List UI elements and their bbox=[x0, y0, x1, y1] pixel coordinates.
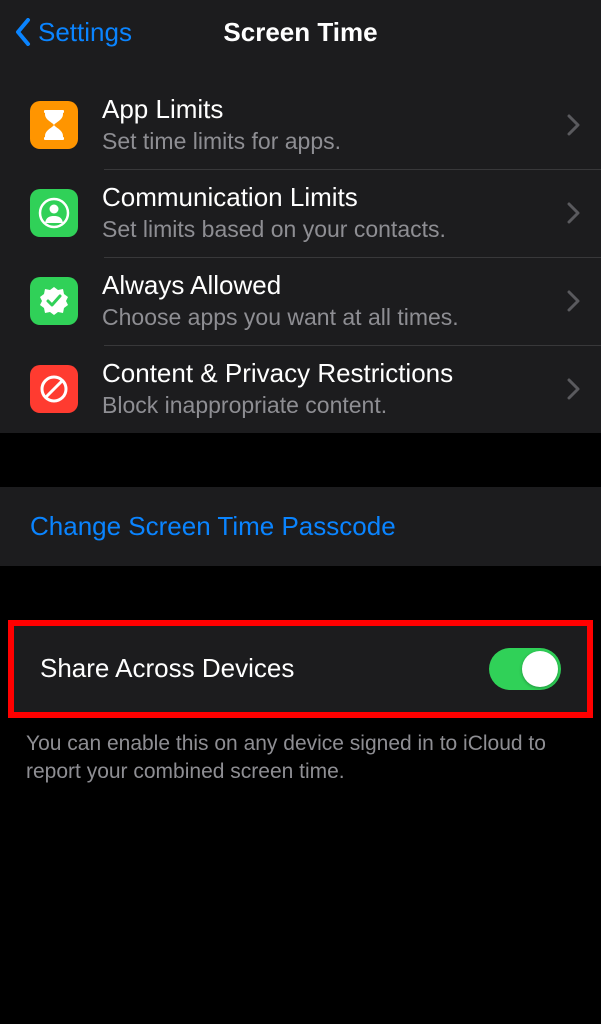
highlight-annotation: Share Across Devices bbox=[8, 620, 593, 718]
chevron-left-icon bbox=[14, 18, 32, 46]
row-title: Content & Privacy Restrictions bbox=[102, 358, 557, 389]
contact-circle-icon bbox=[30, 189, 78, 237]
row-content: Communication Limits Set limits based on… bbox=[102, 182, 567, 245]
toggle-label: Share Across Devices bbox=[40, 653, 294, 684]
no-entry-icon bbox=[30, 365, 78, 413]
row-title: Always Allowed bbox=[102, 270, 557, 301]
row-share-across-devices[interactable]: Share Across Devices bbox=[14, 626, 587, 712]
row-communication-limits[interactable]: Communication Limits Set limits based on… bbox=[0, 170, 601, 257]
nav-header: Settings Screen Time bbox=[0, 0, 601, 64]
section-spacer bbox=[0, 433, 601, 487]
row-content: Content & Privacy Restrictions Block ina… bbox=[102, 358, 567, 421]
row-app-limits[interactable]: App Limits Set time limits for apps. bbox=[0, 82, 601, 169]
chevron-right-icon bbox=[567, 378, 581, 400]
footer-description: You can enable this on any device signed… bbox=[0, 718, 601, 787]
settings-group: App Limits Set time limits for apps. Com… bbox=[0, 64, 601, 433]
chevron-right-icon bbox=[567, 290, 581, 312]
check-badge-icon bbox=[30, 277, 78, 325]
row-content-privacy[interactable]: Content & Privacy Restrictions Block ina… bbox=[0, 346, 601, 433]
row-always-allowed[interactable]: Always Allowed Choose apps you want at a… bbox=[0, 258, 601, 345]
change-passcode-link[interactable]: Change Screen Time Passcode bbox=[0, 487, 601, 566]
share-toggle[interactable] bbox=[489, 648, 561, 690]
row-title: App Limits bbox=[102, 94, 557, 125]
row-subtitle: Choose apps you want at all times. bbox=[102, 303, 557, 333]
row-content: App Limits Set time limits for apps. bbox=[102, 94, 567, 157]
row-subtitle: Set limits based on your contacts. bbox=[102, 215, 557, 245]
hourglass-icon bbox=[30, 101, 78, 149]
page-title: Screen Time bbox=[223, 17, 377, 48]
back-label: Settings bbox=[38, 17, 132, 48]
chevron-right-icon bbox=[567, 202, 581, 224]
row-subtitle: Set time limits for apps. bbox=[102, 127, 557, 157]
row-subtitle: Block inappropriate content. bbox=[102, 391, 557, 421]
chevron-right-icon bbox=[567, 114, 581, 136]
row-title: Communication Limits bbox=[102, 182, 557, 213]
toggle-knob bbox=[522, 651, 558, 687]
row-content: Always Allowed Choose apps you want at a… bbox=[102, 270, 567, 333]
section-spacer bbox=[0, 566, 601, 620]
back-button[interactable]: Settings bbox=[0, 17, 132, 48]
